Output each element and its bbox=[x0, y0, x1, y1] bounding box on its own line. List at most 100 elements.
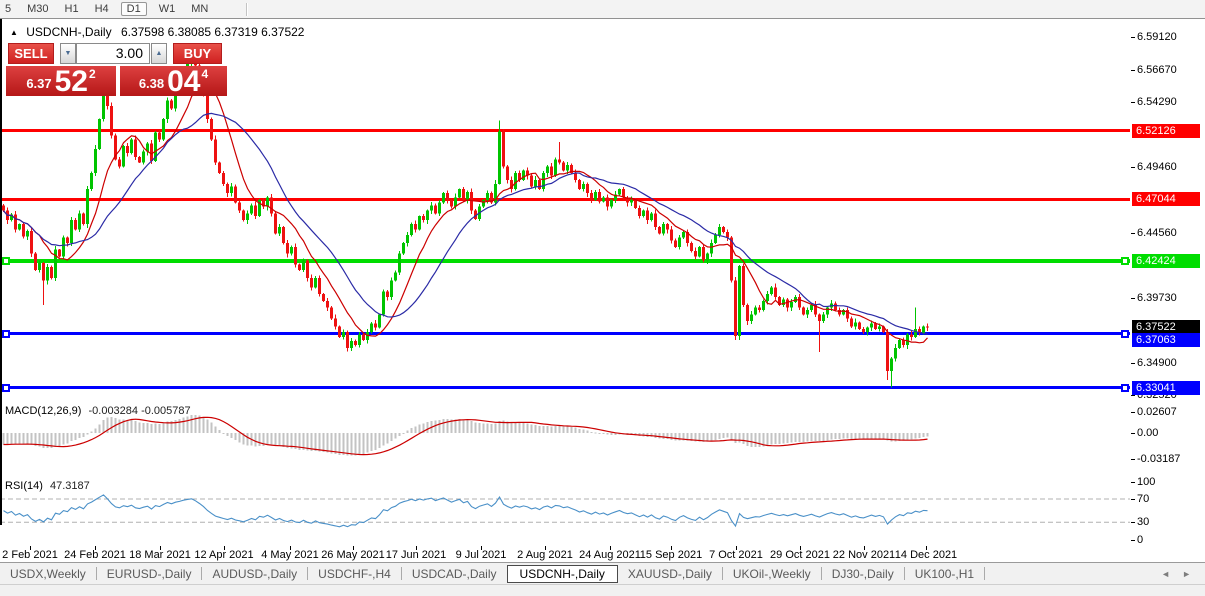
macd-tick bbox=[1131, 412, 1135, 413]
hline-handle-right[interactable] bbox=[1121, 330, 1129, 338]
ask-prefix: 6.38 bbox=[139, 76, 164, 91]
timeframe-H1[interactable]: H1 bbox=[61, 2, 83, 16]
ask-big-digits: 04 bbox=[167, 69, 200, 94]
hline-handle-left[interactable] bbox=[2, 330, 10, 338]
rsi-tick-label: 70 bbox=[1137, 493, 1149, 506]
price-tick-label: 6.49460 bbox=[1137, 161, 1177, 174]
ask-pip-digit: 4 bbox=[202, 67, 209, 81]
collapse-icon[interactable]: ▲ bbox=[10, 28, 18, 37]
date-label: 2 Feb 2021 bbox=[0, 549, 66, 561]
tab-USDCNH-,Daily[interactable]: USDCNH-,Daily bbox=[507, 565, 618, 583]
date-label: 4 May 2021 bbox=[254, 549, 326, 561]
tab-USDX,Weekly[interactable]: USDX,Weekly bbox=[0, 567, 96, 581]
hline-price-label: 6.42424 bbox=[1132, 254, 1200, 268]
tab-scroll-left-icon[interactable]: ◄ bbox=[1161, 569, 1170, 579]
bid-prefix: 6.37 bbox=[26, 76, 51, 91]
price-tick bbox=[1131, 37, 1135, 38]
tab-USDCAD-,Daily[interactable]: USDCAD-,Daily bbox=[402, 567, 507, 581]
macd-values: -0.003284 -0.005787 bbox=[88, 405, 190, 417]
sell-button[interactable]: SELL bbox=[8, 43, 54, 64]
buy-button[interactable]: BUY bbox=[173, 43, 222, 64]
date-label: 18 Mar 2021 bbox=[124, 549, 196, 561]
tab-separator bbox=[984, 567, 985, 580]
price-tick-label: 6.56670 bbox=[1137, 64, 1177, 77]
price-tick-label: 6.59120 bbox=[1137, 31, 1177, 44]
date-label: 9 Jul 2021 bbox=[445, 549, 517, 561]
tab-UK100-,H1[interactable]: UK100-,H1 bbox=[905, 567, 984, 581]
tab-XAUUSD-,Daily[interactable]: XAUUSD-,Daily bbox=[618, 567, 722, 581]
rsi-tick-label: 30 bbox=[1137, 516, 1149, 529]
hline-price-label: 6.52126 bbox=[1132, 124, 1200, 138]
date-label: 2 Aug 2021 bbox=[509, 549, 581, 561]
price-tick bbox=[1131, 363, 1135, 364]
rsi-tick bbox=[1131, 499, 1135, 500]
tab-EURUSD-,Daily[interactable]: EURUSD-,Daily bbox=[97, 567, 202, 581]
date-label: 26 May 2021 bbox=[317, 549, 389, 561]
macd-name: MACD(12,26,9) bbox=[5, 405, 81, 417]
hline-price-label: 6.47044 bbox=[1132, 192, 1200, 206]
rsi-tick bbox=[1131, 482, 1135, 483]
macd-label: MACD(12,26,9) -0.003284 -0.005787 bbox=[5, 405, 191, 417]
bid-big-digits: 52 bbox=[55, 69, 88, 94]
tab-AUDUSD-,Daily[interactable]: AUDUSD-,Daily bbox=[202, 567, 307, 581]
status-bar bbox=[0, 584, 1205, 596]
price-tick-label: 6.34900 bbox=[1137, 357, 1177, 370]
macd-tick-label: -0.03187 bbox=[1137, 453, 1180, 466]
date-label: 15 Sep 2021 bbox=[635, 549, 707, 561]
symbol-period-label: USDCNH-,Daily bbox=[26, 25, 111, 39]
date-label: 29 Oct 2021 bbox=[764, 549, 836, 561]
timeframe-M30[interactable]: M30 bbox=[23, 2, 52, 16]
volume-decrease-button[interactable]: ▼ bbox=[60, 43, 76, 64]
macd-tick bbox=[1131, 459, 1135, 460]
toolbar-separator bbox=[246, 3, 248, 16]
rsi-pane[interactable] bbox=[0, 478, 1130, 545]
hline-handle-left[interactable] bbox=[2, 257, 10, 265]
rsi-label: RSI(14) 47.3187 bbox=[5, 480, 90, 492]
tab-DJ30-,Daily[interactable]: DJ30-,Daily bbox=[822, 567, 904, 581]
timeframe-5[interactable]: 5 bbox=[1, 2, 15, 16]
timeframe-toolbar: 5 M30 H1 H4 D1 W1 MN bbox=[0, 0, 1205, 19]
ask-price-box[interactable]: 6.38 04 4 bbox=[120, 66, 227, 96]
price-tick bbox=[1131, 70, 1135, 71]
tab-USDCHF-,H4[interactable]: USDCHF-,H4 bbox=[308, 567, 401, 581]
date-label: 7 Oct 2021 bbox=[700, 549, 772, 561]
tab-scroll-arrows: ◄► bbox=[1161, 569, 1191, 579]
bid-pip-digit: 2 bbox=[89, 67, 96, 81]
volume-input[interactable]: 3.00 bbox=[76, 43, 150, 64]
rsi-tick-label: 100 bbox=[1137, 476, 1155, 489]
rsi-name: RSI(14) bbox=[5, 480, 43, 492]
tab-UKOil-,Weekly[interactable]: UKOil-,Weekly bbox=[723, 567, 821, 581]
chart-tabbar: USDX,WeeklyEURUSD-,DailyAUDUSD-,DailyUSD… bbox=[0, 562, 1205, 584]
hline-handle-left[interactable] bbox=[2, 384, 10, 392]
hline-price-label: 6.37063 bbox=[1132, 333, 1200, 347]
hline-handle-right[interactable] bbox=[1121, 384, 1129, 392]
price-tick-label: 6.39730 bbox=[1137, 292, 1177, 305]
timeframe-D1[interactable]: D1 bbox=[121, 2, 147, 16]
price-tick bbox=[1131, 233, 1135, 234]
timeframe-MN[interactable]: MN bbox=[187, 2, 212, 16]
rsi-tick bbox=[1131, 522, 1135, 523]
macd-tick bbox=[1131, 433, 1135, 434]
date-label: 24 Feb 2021 bbox=[59, 549, 131, 561]
price-axis-border[interactable] bbox=[0, 0, 2, 525]
timeframe-H4[interactable]: H4 bbox=[91, 2, 113, 16]
macd-tick-label: 0.02607 bbox=[1137, 406, 1177, 419]
rsi-tick bbox=[1131, 540, 1135, 541]
bid-price-box[interactable]: 6.37 52 2 bbox=[6, 66, 116, 96]
price-tick bbox=[1131, 395, 1135, 396]
volume-increase-button[interactable]: ▲ bbox=[151, 43, 167, 64]
mt4-terminal: { "toolbar": {"items": [ {"label": "5", … bbox=[0, 0, 1205, 595]
timeframe-W1[interactable]: W1 bbox=[155, 2, 180, 16]
price-tick bbox=[1131, 298, 1135, 299]
macd-tick-label: 0.00 bbox=[1137, 427, 1158, 440]
hline-price-label: 6.33041 bbox=[1132, 381, 1200, 395]
date-label: 17 Jun 2021 bbox=[380, 549, 452, 561]
chart-title: ▲ USDCNH-,Daily 6.37598 6.38085 6.37319 … bbox=[10, 25, 304, 39]
tab-scroll-right-icon[interactable]: ► bbox=[1182, 569, 1191, 579]
price-tick bbox=[1131, 167, 1135, 168]
date-label: 14 Dec 2021 bbox=[890, 549, 962, 561]
hline-handle-right[interactable] bbox=[1121, 257, 1129, 265]
price-tick bbox=[1131, 102, 1135, 103]
rsi-value: 47.3187 bbox=[50, 480, 90, 492]
ohlc-values: 6.37598 6.38085 6.37319 6.37522 bbox=[121, 25, 305, 39]
